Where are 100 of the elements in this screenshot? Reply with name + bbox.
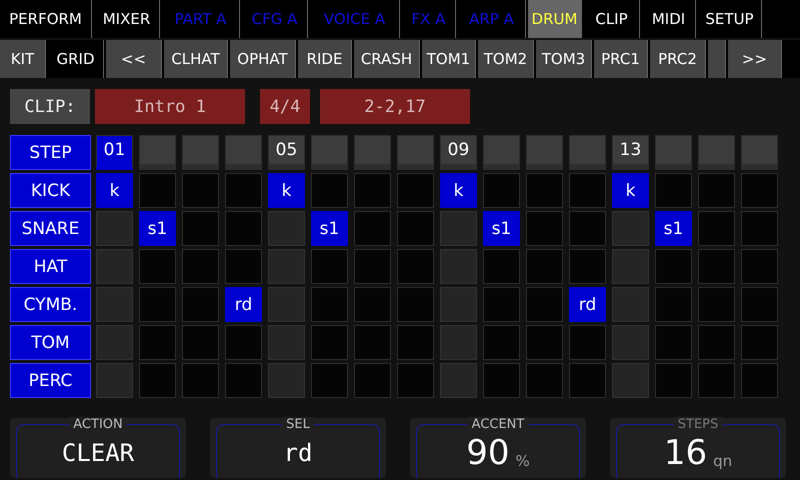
step-note[interactable]: s1 — [655, 211, 692, 246]
step-cell[interactable] — [182, 173, 219, 208]
step-cell[interactable] — [655, 173, 692, 208]
step-cell[interactable] — [698, 287, 735, 322]
step-cell[interactable] — [397, 325, 434, 360]
step-cell[interactable] — [268, 249, 305, 284]
step-cell[interactable] — [268, 325, 305, 360]
tab[interactable]: PRC2 — [650, 40, 706, 78]
step-cell[interactable] — [569, 211, 606, 246]
step-cell[interactable] — [139, 363, 176, 398]
track-button[interactable]: KICK — [10, 173, 91, 208]
track-button[interactable]: TOM — [10, 325, 91, 360]
step-cell[interactable] — [354, 211, 391, 246]
step-cell[interactable] — [397, 249, 434, 284]
step-cell[interactable] — [96, 249, 133, 284]
step-cell[interactable] — [440, 211, 477, 246]
control-knob-panel[interactable]: SEL rd — [210, 418, 386, 478]
track-button[interactable]: HAT — [10, 249, 91, 284]
step-cell[interactable] — [526, 287, 563, 322]
step-cell[interactable] — [311, 325, 348, 360]
step-cell[interactable] — [483, 363, 520, 398]
step-cell[interactable] — [139, 325, 176, 360]
tab[interactable]: CLHAT — [164, 40, 228, 78]
step-cell[interactable] — [612, 363, 649, 398]
tab[interactable]: RIDE — [298, 40, 352, 78]
tab[interactable]: OPHAT — [230, 40, 296, 78]
step-cell[interactable] — [526, 325, 563, 360]
step-cell[interactable] — [182, 363, 219, 398]
step-cell[interactable] — [741, 287, 778, 322]
step-note[interactable]: k — [268, 173, 305, 208]
step-row-label[interactable]: STEP — [10, 135, 91, 170]
step-cell[interactable] — [96, 363, 133, 398]
step-cell[interactable] — [225, 211, 262, 246]
step-cell[interactable] — [225, 363, 262, 398]
tab[interactable]: DRUM — [528, 0, 582, 38]
step-cell[interactable] — [182, 287, 219, 322]
step-cell[interactable] — [139, 173, 176, 208]
step-cell[interactable] — [526, 363, 563, 398]
step-cell[interactable] — [440, 287, 477, 322]
step-cell[interactable] — [311, 363, 348, 398]
step-cell[interactable] — [354, 287, 391, 322]
step-cell[interactable] — [655, 363, 692, 398]
step-cell[interactable] — [96, 287, 133, 322]
tab[interactable]: << — [106, 40, 162, 78]
step-cell[interactable] — [698, 211, 735, 246]
step-cell[interactable] — [612, 325, 649, 360]
tab[interactable]: KIT — [0, 40, 46, 78]
step-cell[interactable] — [483, 287, 520, 322]
step-cell[interactable] — [440, 325, 477, 360]
tab[interactable]: TOM3 — [536, 40, 592, 78]
step-cell[interactable] — [311, 173, 348, 208]
step-cell[interactable] — [655, 249, 692, 284]
step-cell[interactable] — [139, 249, 176, 284]
step-note[interactable]: s1 — [311, 211, 348, 246]
step-note[interactable]: s1 — [483, 211, 520, 246]
step-cell[interactable] — [96, 325, 133, 360]
clip-name[interactable]: Intro 1 — [95, 89, 245, 124]
step-note[interactable]: k — [440, 173, 477, 208]
tab[interactable]: TOM2 — [478, 40, 534, 78]
tab[interactable]: PRC1 — [594, 40, 648, 78]
step-cell[interactable] — [741, 363, 778, 398]
step-cell[interactable] — [397, 173, 434, 208]
step-cell[interactable] — [569, 325, 606, 360]
step-note[interactable]: rd — [569, 287, 606, 322]
step-cell[interactable] — [655, 287, 692, 322]
step-cell[interactable] — [655, 325, 692, 360]
step-cell[interactable] — [698, 249, 735, 284]
step-note[interactable]: k — [612, 173, 649, 208]
step-cell[interactable] — [569, 363, 606, 398]
step-cell[interactable] — [483, 173, 520, 208]
step-cell[interactable] — [268, 287, 305, 322]
step-cell[interactable] — [698, 325, 735, 360]
step-cell[interactable] — [483, 249, 520, 284]
step-cell[interactable] — [526, 249, 563, 284]
track-button[interactable]: CYMB. — [10, 287, 91, 322]
step-cell[interactable] — [354, 173, 391, 208]
step-cell[interactable] — [225, 249, 262, 284]
step-cell[interactable] — [225, 173, 262, 208]
step-cell[interactable] — [741, 249, 778, 284]
tab[interactable]: CRASH — [354, 40, 420, 78]
step-note[interactable]: k — [96, 173, 133, 208]
tab[interactable]: >> — [728, 40, 782, 78]
control-knob-panel[interactable]: ACTION CLEAR — [10, 418, 186, 478]
tab[interactable]: TOM1 — [422, 40, 476, 78]
track-button[interactable]: SNARE — [10, 211, 91, 246]
time-signature[interactable]: 4/4 — [260, 89, 310, 124]
step-cell[interactable] — [483, 325, 520, 360]
step-note[interactable]: rd — [225, 287, 262, 322]
step-cell[interactable] — [182, 249, 219, 284]
control-knob-panel[interactable]: ACCENT 90 % — [410, 418, 586, 478]
step-cell[interactable] — [225, 325, 262, 360]
step-cell[interactable] — [139, 287, 176, 322]
step-cell[interactable] — [182, 325, 219, 360]
step-cell[interactable] — [268, 211, 305, 246]
track-button[interactable]: PERC — [10, 363, 91, 398]
step-cell[interactable] — [569, 173, 606, 208]
step-cell[interactable] — [397, 211, 434, 246]
step-cell[interactable] — [354, 325, 391, 360]
step-cell[interactable] — [311, 249, 348, 284]
step-cell[interactable] — [311, 287, 348, 322]
